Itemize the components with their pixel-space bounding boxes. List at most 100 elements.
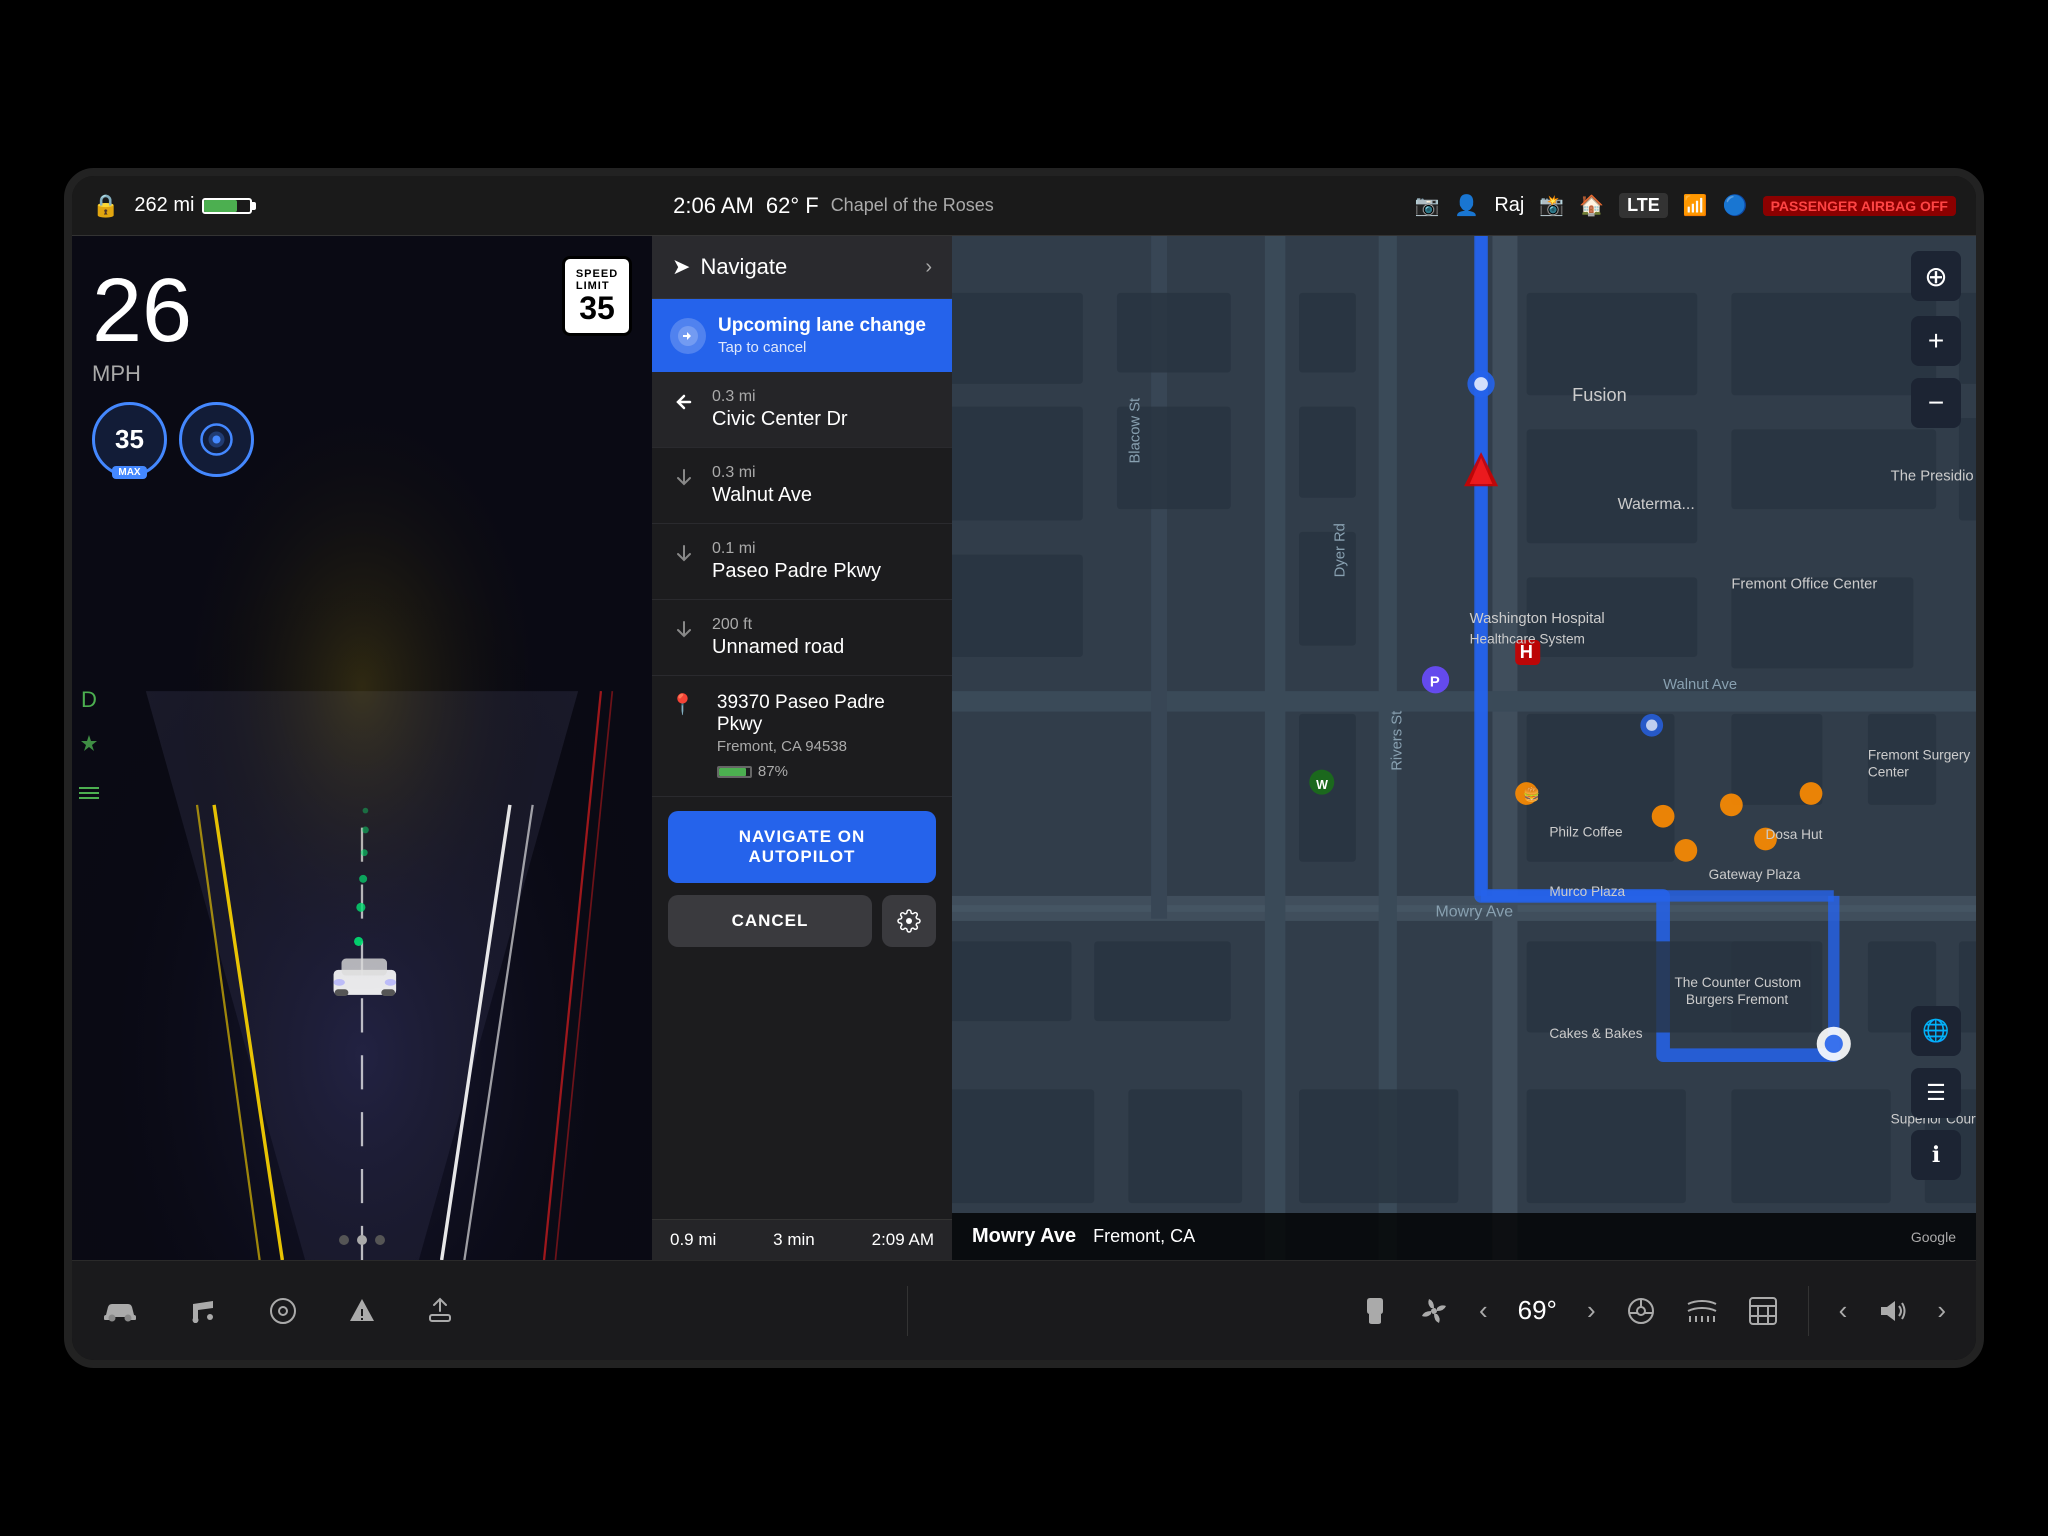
screen-toolbar-icon[interactable] [1748, 1296, 1778, 1326]
map-controls-mid: + − [1911, 316, 1961, 428]
destination-sub: Fremont, CA 94538 [717, 738, 934, 755]
cancel-row: CANCEL [668, 895, 936, 947]
destination-section: 📍 39370 Paseo Padre Pkwy Fremont, CA 945… [652, 676, 952, 797]
turn-icon-2 [670, 466, 698, 488]
status-bar: 🔒 262 mi 2:06 AM 62° F Chapel of the Ros… [72, 176, 1976, 236]
svg-text:Rivers St: Rivers St [1389, 711, 1405, 771]
battery-tip [252, 202, 256, 210]
fan-toolbar-icon[interactable] [1419, 1296, 1449, 1326]
media-toolbar-icon[interactable] [268, 1296, 298, 1326]
drive-indicator: D [81, 687, 97, 713]
battery-miles: 262 mi [134, 194, 194, 217]
lane-change-banner[interactable]: Upcoming lane change Tap to cancel [652, 299, 952, 372]
svg-text:Fremont Office Center: Fremont Office Center [1731, 577, 1877, 593]
map-bottom-bar: Mowry Ave Fremont, CA Google [952, 1213, 1976, 1260]
home-icon: 🏠 [1579, 193, 1604, 218]
autopilot-indicator [77, 733, 101, 763]
zoom-in-button[interactable]: + [1911, 316, 1961, 366]
lte-badge: LTE [1619, 193, 1668, 218]
svg-text:Waterma...: Waterma... [1618, 496, 1695, 513]
map-city: Fremont, CA [1093, 1226, 1195, 1246]
svg-text:Healthcare System: Healthcare System [1470, 631, 1585, 646]
location-text: Chapel of the Roses [831, 195, 994, 216]
svg-text:Washington Hospital: Washington Hospital [1470, 611, 1605, 627]
svg-text:W: W [1316, 778, 1328, 792]
info-button[interactable]: ℹ [1911, 1130, 1961, 1180]
airbag-badge: PASSENGER AIRBAG OFF [1763, 196, 1956, 216]
lane-change-title: Upcoming lane change [718, 315, 926, 337]
toolbar-divider-1 [907, 1286, 908, 1336]
turn-icon-3 [670, 542, 698, 564]
svg-text:Murco Plaza: Murco Plaza [1549, 884, 1625, 899]
temperature-display: 69° [1518, 1295, 1557, 1326]
battery-indicator: 262 mi [134, 194, 252, 217]
google-badge: Google [1911, 1229, 1956, 1245]
map-controls-top: ⊕ [1911, 251, 1961, 301]
turn-icon-4 [670, 618, 698, 640]
nav-footer: 0.9 mi 3 min 2:09 AM [652, 1219, 952, 1260]
step-road-primary: Civic Center Dr [712, 408, 848, 431]
car-toolbar-icon[interactable] [102, 1297, 138, 1325]
destination-row: 📍 39370 Paseo Padre Pkwy Fremont, CA 945… [670, 692, 934, 780]
battery-pct: 87% [758, 763, 788, 780]
seat-toolbar-icon[interactable] [1361, 1296, 1389, 1326]
globe-button[interactable]: 🌐 [1911, 1006, 1961, 1056]
airbag-label: PASSENGER AIRBAG OFF [1771, 198, 1948, 214]
temp-decrease-button[interactable]: ‹ [1479, 1295, 1488, 1326]
step-distance-3: 0.1 mi [712, 540, 881, 558]
dot-1 [339, 1235, 349, 1245]
svg-text:P: P [1430, 675, 1440, 691]
svg-text:Center: Center [1868, 764, 1909, 779]
step-info-primary: 0.3 mi Civic Center Dr [712, 388, 848, 431]
map-location-display: Mowry Ave Fremont, CA [972, 1225, 1195, 1248]
temp-increase-button[interactable]: › [1587, 1295, 1596, 1326]
signal-icon: 📶 [1683, 193, 1708, 218]
autopilot-panel: 26 MPH 35 MAX [72, 236, 652, 1260]
volume-icon[interactable] [1877, 1298, 1907, 1324]
cancel-button[interactable]: CANCEL [668, 895, 872, 947]
status-left: 🔒 262 mi [92, 193, 252, 219]
set-speed-circle[interactable]: 35 MAX [92, 402, 167, 477]
vol-increase-button[interactable]: › [1937, 1295, 1946, 1326]
lane-change-icon [670, 318, 706, 354]
map-controls-bottom: 🌐 ☰ ℹ [1911, 1006, 1961, 1180]
destination-info: 39370 Paseo Padre Pkwy Fremont, CA 94538… [717, 692, 934, 780]
nav-chevron-icon[interactable]: › [925, 256, 932, 279]
map-panel: 🍔 H H P P [952, 236, 1976, 1260]
footer-distance: 0.9 mi [670, 1230, 716, 1250]
navigate-icon: ➤ [672, 254, 690, 280]
autopilot-nav-button[interactable]: NAVIGATE ON AUTOPILOT [668, 811, 936, 883]
lock-icon: 🔒 [92, 193, 119, 219]
step-distance-2: 0.3 mi [712, 464, 812, 482]
settings-button[interactable] [882, 895, 936, 947]
list-button[interactable]: ☰ [1911, 1068, 1961, 1118]
toolbar-divider-2 [1808, 1286, 1809, 1336]
nav-step-primary: 0.3 mi Civic Center Dr [652, 372, 952, 448]
autopilot-info: 26 MPH 35 MAX [92, 266, 254, 477]
nav-title: ➤ Navigate [672, 254, 787, 280]
steering-toolbar-icon[interactable] [1626, 1296, 1656, 1326]
dot-2 [357, 1235, 367, 1245]
bottom-toolbar: ‹ 69° › [72, 1260, 1976, 1360]
svg-text:Blacow St: Blacow St [1128, 398, 1144, 464]
zoom-out-button[interactable]: − [1911, 378, 1961, 428]
battery-bar [202, 198, 252, 214]
svg-text:Cakes & Bakes: Cakes & Bakes [1549, 1026, 1642, 1041]
battery-fill [204, 200, 236, 212]
music-toolbar-icon[interactable] [188, 1296, 218, 1326]
step-road-4: Unnamed road [712, 636, 844, 659]
current-time: 2:06 AM [673, 193, 754, 219]
battery-section: 87% [717, 763, 934, 780]
vol-decrease-button[interactable]: ‹ [1839, 1295, 1848, 1326]
footer-eta: 2:09 AM [872, 1230, 934, 1250]
dot-3 [375, 1235, 385, 1245]
compass-button[interactable]: ⊕ [1911, 251, 1961, 301]
battery-mini [717, 766, 752, 778]
svg-text:The Counter Custom: The Counter Custom [1674, 975, 1801, 990]
alerts-toolbar-icon[interactable] [348, 1297, 376, 1325]
nav-step-4: 200 ft Unnamed road [652, 600, 952, 676]
map-svg: 🍔 H H P P [952, 236, 1976, 1260]
step-distance-primary: 0.3 mi [712, 388, 848, 406]
upload-toolbar-icon[interactable] [426, 1297, 454, 1325]
defrost-toolbar-icon[interactable] [1686, 1298, 1718, 1324]
